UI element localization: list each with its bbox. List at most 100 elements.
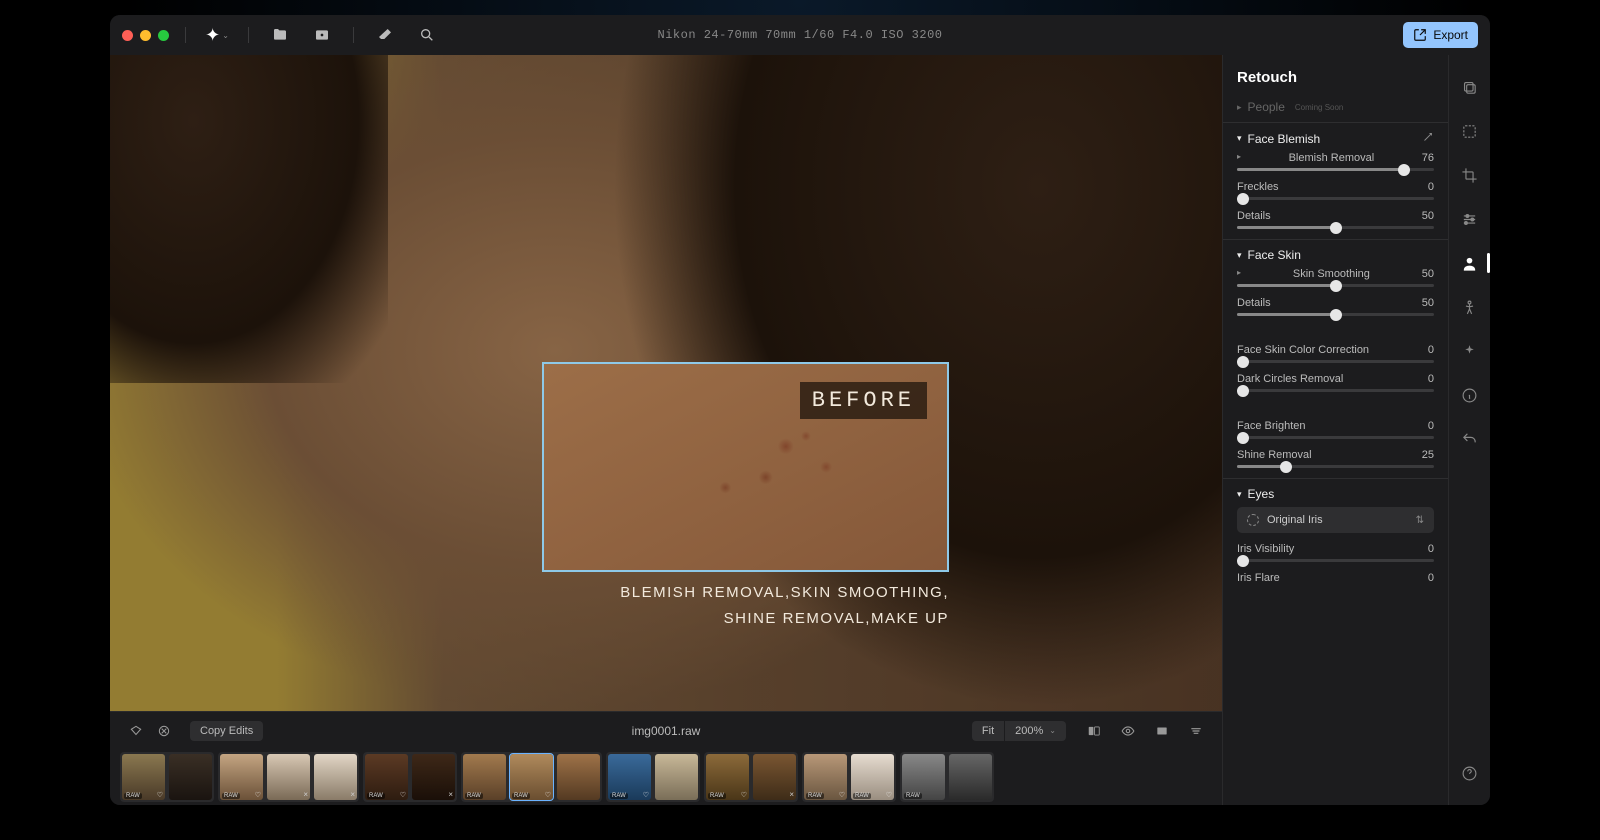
grid-view-icon[interactable]	[1148, 719, 1176, 743]
section-face-blemish[interactable]: ▾Face Blemish	[1237, 131, 1434, 146]
preview-eye-icon[interactable]	[1114, 719, 1142, 743]
app-window: ✦⌄ Nikon 24-70mm 70mm 1/60 F4.0 ISO 3200…	[110, 15, 1490, 805]
thumbnail[interactable]: ×	[753, 754, 796, 800]
eraser-icon[interactable]	[370, 23, 400, 47]
slider-shine-removal[interactable]	[1237, 465, 1434, 468]
thumbnail[interactable]: ×	[412, 754, 455, 800]
caption-text: BLEMISH REMOVAL,SKIN SMOOTHING, SHINE RE…	[542, 580, 949, 631]
thumbnail-selected[interactable]: RAW♡	[510, 754, 553, 800]
param-details-1: Details50	[1237, 210, 1434, 229]
param-dark-circles: Dark Circles Removal0	[1237, 373, 1434, 392]
section-eyes[interactable]: ▾Eyes	[1237, 487, 1434, 501]
tag-icon[interactable]	[122, 719, 150, 743]
undo-icon[interactable]	[1460, 429, 1480, 449]
app-icon[interactable]: ✦⌄	[202, 23, 232, 47]
fit-button[interactable]: Fit	[972, 721, 1005, 741]
zoom-controls: Fit 200%⌄	[972, 721, 1066, 741]
image-canvas[interactable]: BEFORE BLEMISH REMOVAL,SKIN SMOOTHING, S…	[110, 55, 1222, 711]
param-iris-visibility: Iris Visibility0	[1237, 543, 1434, 562]
slider-details-2[interactable]	[1237, 313, 1434, 316]
separator	[353, 27, 354, 43]
panel-title: Retouch	[1237, 69, 1434, 86]
image-icon[interactable]	[307, 23, 337, 47]
separator	[185, 27, 186, 43]
param-blemish-removal: Blemish Removal76	[1237, 152, 1434, 171]
thumbnail[interactable]	[557, 754, 600, 800]
thumbnail[interactable]: ×	[314, 754, 357, 800]
hair-region-left	[110, 55, 388, 383]
slider-details-1[interactable]	[1237, 226, 1434, 229]
thumbnail[interactable]: ×	[267, 754, 310, 800]
tool-rail	[1448, 55, 1490, 805]
param-face-brighten: Face Brighten0	[1237, 420, 1434, 439]
slider-iris-visibility[interactable]	[1237, 559, 1434, 562]
section-face-skin[interactable]: ▾Face Skin	[1237, 248, 1434, 262]
retouch-person-icon[interactable]	[1460, 253, 1480, 273]
thumbnail[interactable]: RAW♡	[706, 754, 749, 800]
compare-icon[interactable]	[1080, 719, 1108, 743]
thumb-group: RAW♡ ×	[363, 752, 457, 802]
export-button[interactable]: Export	[1403, 22, 1478, 48]
window-controls[interactable]	[122, 30, 169, 41]
thumb-group: RAW	[900, 752, 994, 802]
slider-blemish-removal[interactable]	[1237, 168, 1434, 171]
image-metadata: Nikon 24-70mm 70mm 1/60 F4.0 ISO 3200	[658, 28, 943, 42]
thumb-group: RAW♡	[120, 752, 214, 802]
zoom-level-button[interactable]: 200%⌄	[1005, 721, 1066, 741]
section-people[interactable]: ▸ People Coming Soon	[1237, 100, 1434, 114]
retouch-panel: Retouch ▸ People Coming Soon ▾Face Blemi…	[1222, 55, 1448, 805]
titlebar: ✦⌄ Nikon 24-70mm 70mm 1/60 F4.0 ISO 3200…	[110, 15, 1490, 55]
help-icon[interactable]	[1460, 763, 1480, 783]
slider-color-correction[interactable]	[1237, 360, 1434, 363]
before-overlay: BEFORE	[542, 362, 949, 572]
param-details-2: Details50	[1237, 297, 1434, 316]
thumb-group: RAW♡ ×	[704, 752, 798, 802]
thumbnail[interactable]: RAW♡	[220, 754, 263, 800]
thumb-group: RAW♡	[606, 752, 700, 802]
slider-freckles[interactable]	[1237, 197, 1434, 200]
mask-icon[interactable]	[1460, 121, 1480, 141]
thumbnail[interactable]: RAW	[463, 754, 506, 800]
body-icon[interactable]	[1460, 297, 1480, 317]
thumbnail[interactable]	[655, 754, 698, 800]
crop-icon[interactable]	[1460, 165, 1480, 185]
thumbnail[interactable]: RAW♡	[608, 754, 651, 800]
thumbnail[interactable]	[949, 754, 992, 800]
iris-ring-icon	[1247, 514, 1259, 526]
sort-icon[interactable]	[1182, 719, 1210, 743]
before-label: BEFORE	[800, 382, 927, 419]
thumbnail[interactable]: RAW♡	[804, 754, 847, 800]
thumbnail[interactable]: RAW♡	[122, 754, 165, 800]
thumb-group: RAW RAW♡	[461, 752, 602, 802]
info-bar: Copy Edits img0001.raw Fit 200%⌄	[110, 711, 1222, 749]
filmstrip[interactable]: RAW♡ RAW♡ × × RAW♡ × RAW RAW♡	[110, 749, 1222, 805]
thumbnail[interactable]: RAW♡	[851, 754, 894, 800]
slider-skin-smoothing[interactable]	[1237, 284, 1434, 287]
iris-select-dropdown[interactable]: Original Iris ⇅	[1237, 507, 1434, 533]
canvas-column: BEFORE BLEMISH REMOVAL,SKIN SMOOTHING, S…	[110, 55, 1222, 805]
effects-icon[interactable]	[1460, 341, 1480, 361]
thumbnail[interactable]	[169, 754, 212, 800]
param-freckles: Freckles0	[1237, 181, 1434, 200]
magic-wand-icon[interactable]	[1422, 131, 1434, 146]
app-body: BEFORE BLEMISH REMOVAL,SKIN SMOOTHING, S…	[110, 55, 1490, 805]
separator	[248, 27, 249, 43]
copy-edits-button[interactable]: Copy Edits	[190, 721, 263, 741]
adjustments-icon[interactable]	[1460, 209, 1480, 229]
slider-dark-circles[interactable]	[1237, 389, 1434, 392]
thumbnail[interactable]: RAW♡	[365, 754, 408, 800]
thumbnail[interactable]: RAW	[902, 754, 945, 800]
export-label: Export	[1433, 28, 1468, 42]
infobar-right-tools	[1080, 719, 1210, 743]
layers-icon[interactable]	[1460, 77, 1480, 97]
filename-label: img0001.raw	[632, 724, 701, 738]
zoom-icon[interactable]	[412, 23, 442, 47]
param-iris-flare: Iris Flare0	[1237, 572, 1434, 584]
param-shine-removal: Shine Removal25	[1237, 449, 1434, 468]
folder-icon[interactable]	[265, 23, 295, 47]
info-icon[interactable]	[1460, 385, 1480, 405]
reject-icon[interactable]	[150, 719, 178, 743]
param-skin-smoothing: Skin Smoothing50	[1237, 268, 1434, 287]
slider-face-brighten[interactable]	[1237, 436, 1434, 439]
thumb-group: RAW♡ × ×	[218, 752, 359, 802]
